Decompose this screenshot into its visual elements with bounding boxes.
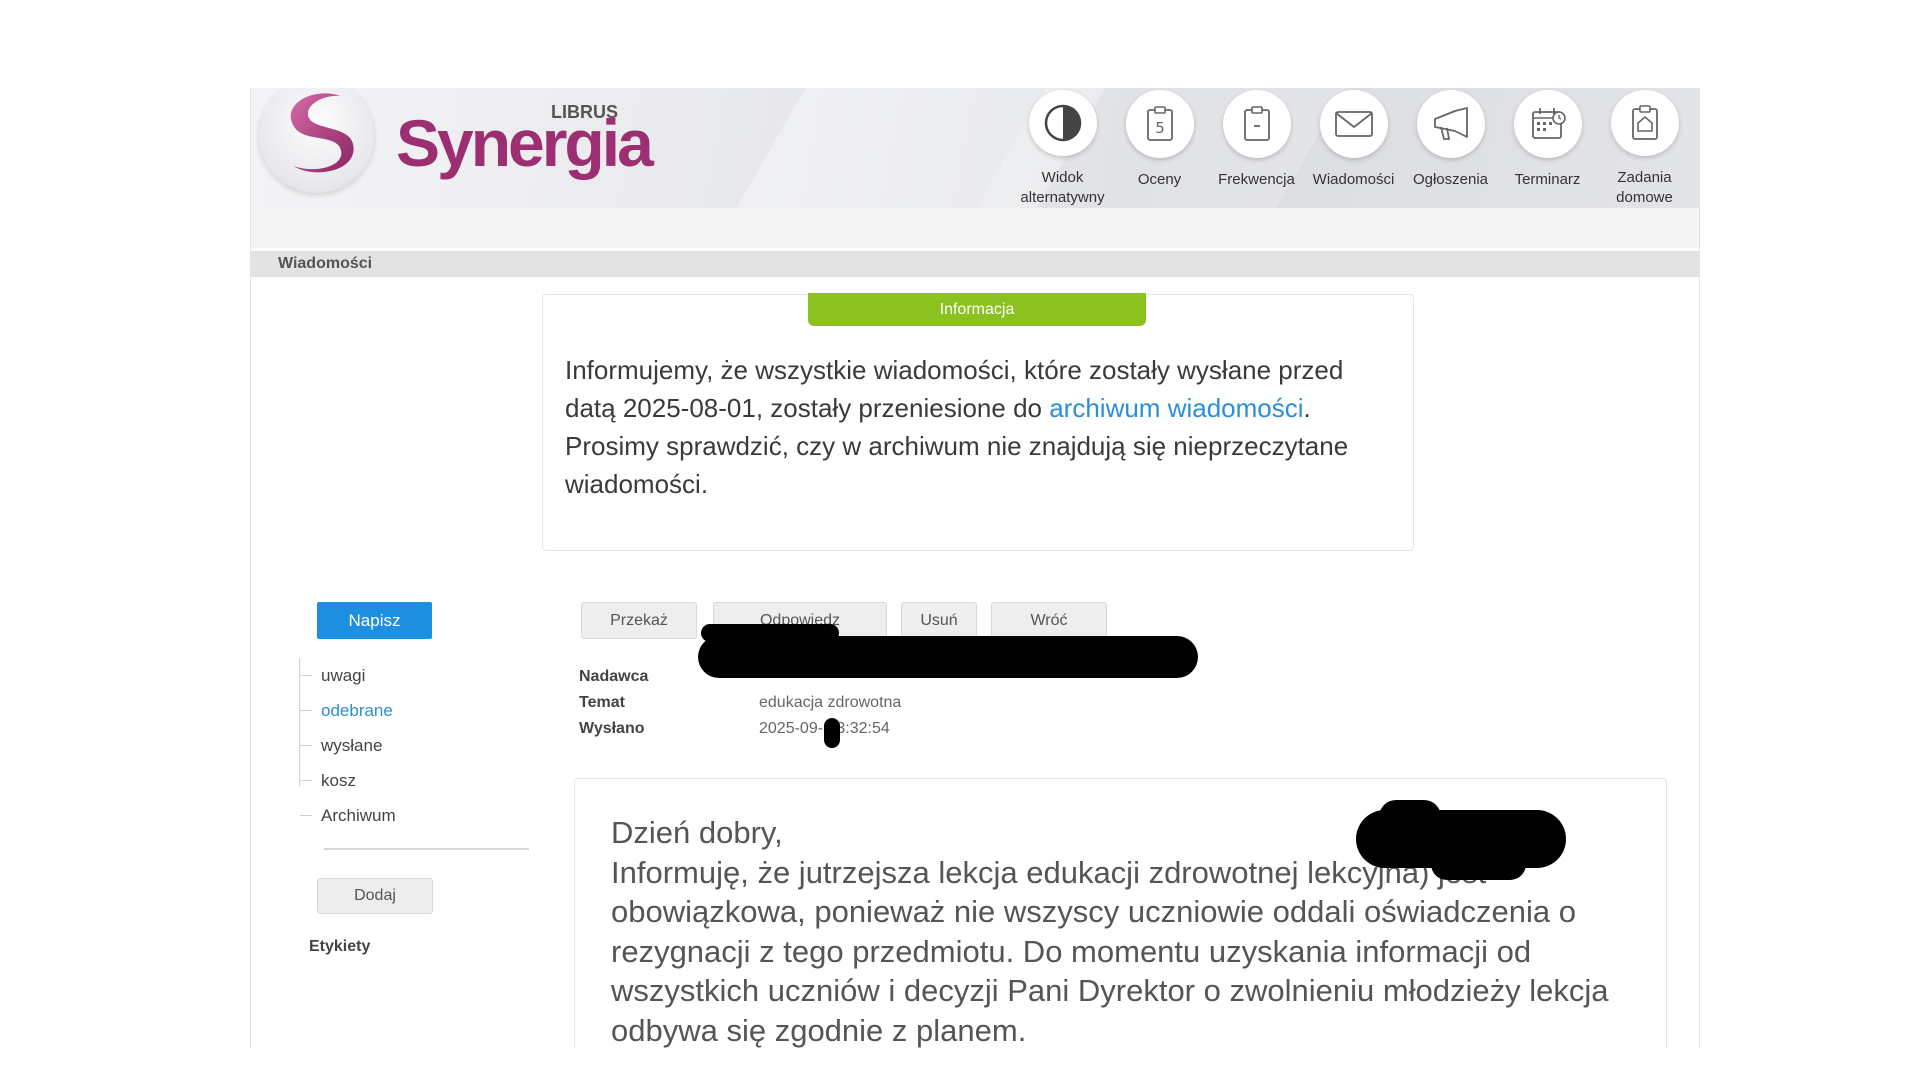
- message-body: Informuję, że jutrzejsza lekcja edukacji…: [611, 854, 1609, 1048]
- synergia-logo-icon[interactable]: [259, 88, 374, 193]
- nav-alternative-view[interactable]: Widok alternatywny: [1014, 88, 1111, 208]
- archive-link[interactable]: archiwum wiadomości: [1049, 393, 1303, 423]
- breadcrumb: Wiadomości: [251, 251, 1699, 277]
- nav-homework[interactable]: Zadania domowe: [1596, 88, 1693, 208]
- folder-trash[interactable]: kosz: [300, 763, 499, 798]
- megaphone-icon: [1433, 107, 1468, 140]
- delete-button[interactable]: Usuń: [901, 602, 977, 639]
- breadcrumb-label: Wiadomości: [278, 255, 373, 272]
- sub-bar: [251, 208, 1699, 248]
- nav-announcements[interactable]: Ogłoszenia: [1402, 88, 1499, 208]
- add-label-button[interactable]: Dodaj: [317, 878, 433, 914]
- nav-label: Zadania domowe: [1616, 169, 1673, 206]
- folder-sent[interactable]: wysłane: [300, 728, 499, 763]
- attendance-icon: [1243, 106, 1270, 141]
- folder-notes[interactable]: uwagi: [300, 658, 499, 693]
- grades-icon: 5: [1146, 106, 1173, 141]
- subject-label: Temat: [579, 694, 625, 711]
- nav-attendance[interactable]: Frekwencja: [1208, 88, 1305, 208]
- nav-label: Frekwencja: [1218, 171, 1295, 188]
- nav-label: Wiadomości: [1312, 171, 1395, 188]
- nav-calendar[interactable]: Terminarz: [1499, 88, 1596, 208]
- sidebar-divider: [324, 848, 529, 850]
- nav-label: Ogłoszenia: [1412, 171, 1489, 188]
- nav-label: Oceny: [1137, 171, 1182, 188]
- folder-list: uwagi odebrane wysłane kosz Archiwum: [299, 658, 499, 825]
- nav-messages[interactable]: Wiadomości: [1305, 88, 1402, 208]
- compose-button[interactable]: Napisz: [317, 602, 432, 639]
- nav-grades[interactable]: 5 Oceny: [1111, 88, 1208, 208]
- forward-button[interactable]: Przekaż: [581, 602, 697, 639]
- envelope-icon: [1334, 111, 1373, 137]
- calendar-icon: [1531, 108, 1566, 139]
- app-header: LIBRUS Synergia Widok alternatywny 5 Oce…: [251, 88, 1699, 208]
- librus-window: LIBRUS Synergia Widok alternatywny 5 Oce…: [250, 88, 1700, 1048]
- folder-inbox[interactable]: odebrane: [300, 693, 499, 728]
- contrast-icon: [1044, 104, 1081, 142]
- nav-label: Terminarz: [1514, 171, 1581, 188]
- info-text: Informujemy, że wszystkie wiadomości, kt…: [565, 351, 1395, 503]
- redaction-mark: [1379, 800, 1441, 834]
- subject-value: edukacja zdrowotna: [759, 694, 902, 711]
- info-box: Informacja Informujemy, że wszystkie wia…: [542, 293, 1414, 551]
- labels-heading: Etykiety: [309, 938, 371, 955]
- nav-label: Widok alternatywny: [1020, 169, 1105, 206]
- redaction-mark: [698, 636, 1198, 678]
- redaction-mark: [824, 718, 840, 748]
- synergia-wordmark: Synergia: [396, 106, 654, 180]
- svg-text:5: 5: [1155, 119, 1165, 137]
- sent-label: Wysłano: [579, 720, 645, 737]
- redaction-mark: [1431, 848, 1526, 880]
- sender-label: Nadawca: [579, 668, 649, 685]
- homework-icon: [1631, 105, 1658, 140]
- folder-archive[interactable]: Archiwum: [300, 798, 499, 833]
- top-navigation: Widok alternatywny 5 Oceny Frekwencja Wi…: [1014, 88, 1693, 208]
- back-button[interactable]: Wróć: [991, 602, 1107, 639]
- info-title: Informacja: [808, 293, 1146, 326]
